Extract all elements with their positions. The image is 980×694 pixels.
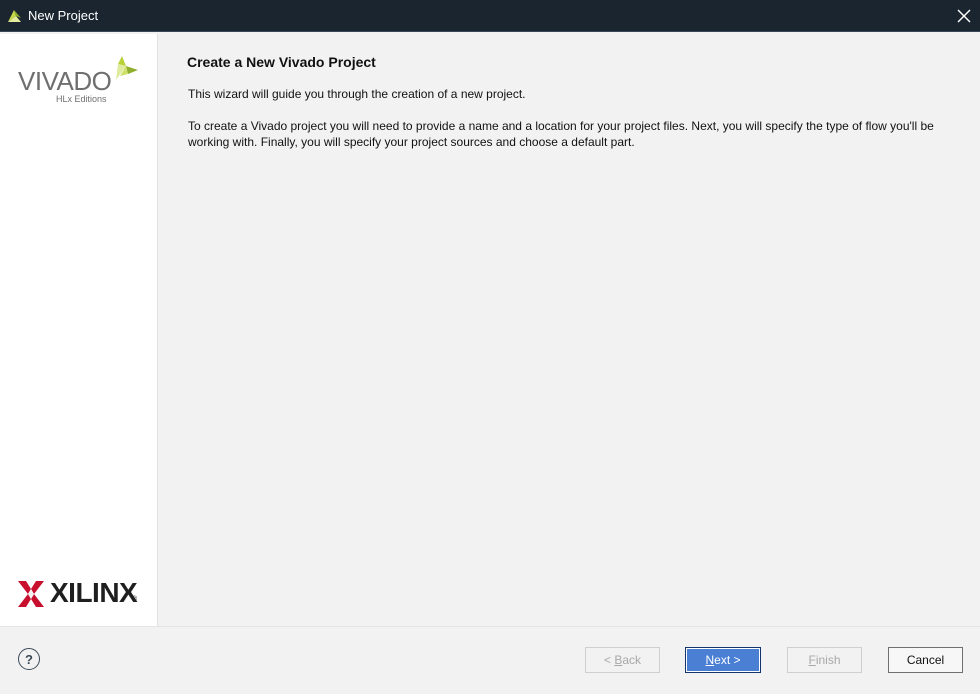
title-bar: New Project [0, 0, 980, 32]
finish-rest: inish [815, 653, 841, 667]
registered-mark: ® [132, 596, 138, 603]
finish-button[interactable]: Finish [787, 647, 862, 673]
close-icon[interactable] [952, 4, 976, 28]
xilinx-logo-text: XILINX [50, 577, 138, 608]
vivado-leaf-logo-icon [116, 56, 138, 80]
back-rest: ack [622, 653, 642, 667]
wizard-content: Create a New Vivado Project This wizard … [159, 34, 980, 626]
xilinx-logo: XILINX ® [18, 577, 148, 609]
help-label: ? [25, 651, 33, 667]
window-title: New Project [28, 8, 99, 23]
next-mnemonic: N [705, 653, 715, 667]
cancel-label: Cancel [906, 653, 945, 667]
finish-mnemonic: F [808, 653, 816, 667]
vivado-logo-text: VIVADO [18, 66, 112, 96]
help-icon[interactable]: ? [18, 648, 40, 670]
intro-text: This wizard will guide you through the c… [188, 87, 526, 101]
wizard-footer: ? < Back Next > Finish Cancel [0, 626, 980, 694]
back-prefix: < [603, 653, 615, 667]
details-text: To create a Vivado project you will need… [188, 119, 934, 149]
back-mnemonic: B [614, 653, 623, 667]
back-button[interactable]: < Back [585, 647, 660, 673]
vivado-leaf-icon [6, 7, 23, 24]
next-rest: ext > [714, 653, 741, 667]
cancel-button[interactable]: Cancel [888, 647, 963, 673]
page-title: Create a New Vivado Project [187, 54, 376, 70]
next-button[interactable]: Next > [685, 647, 761, 673]
wizard-sidebar: VIVADO HLx Editions XILINX ® [0, 34, 158, 626]
vivado-logo-subtext: HLx Editions [56, 94, 107, 104]
xilinx-mark-icon [18, 581, 44, 607]
vivado-logo: VIVADO HLx Editions [18, 54, 143, 110]
